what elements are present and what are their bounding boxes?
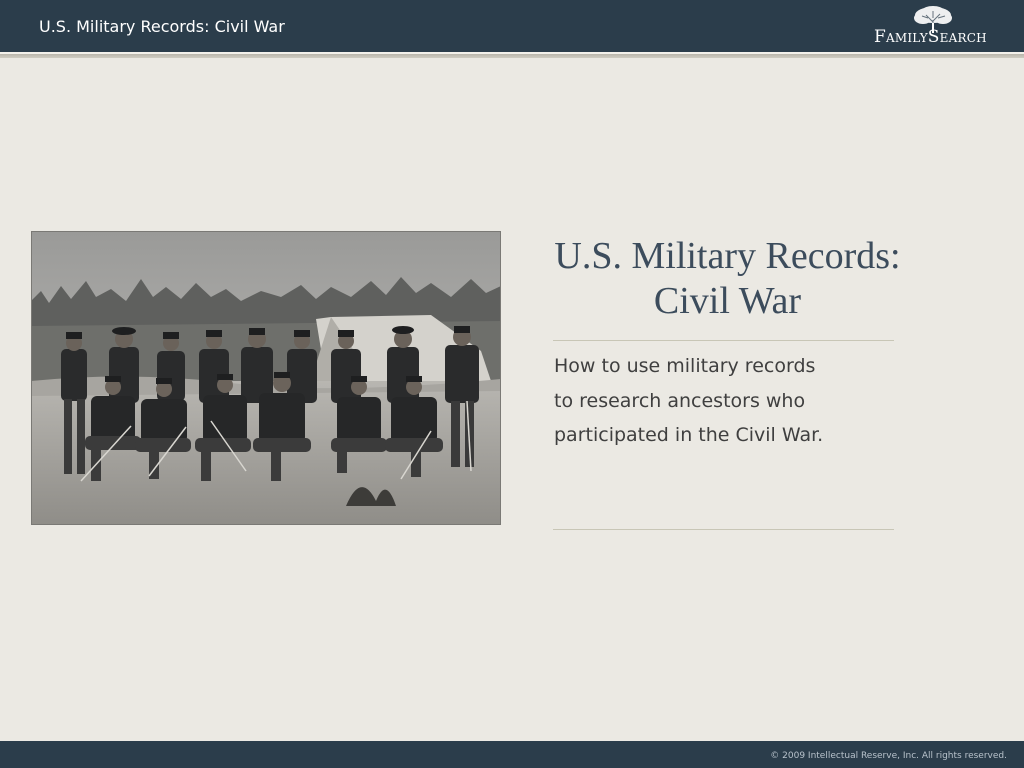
title-divider (553, 340, 894, 341)
header-bar: U.S. Military Records: Civil War FamilyS… (0, 0, 1024, 52)
slide-title: U.S. Military Records: Civil War (505, 234, 950, 324)
subtitle-line-1: How to use military records (554, 355, 816, 377)
logo-text: FamilySearch (874, 27, 987, 47)
header-title: U.S. Military Records: Civil War (39, 17, 285, 36)
header-divider (0, 52, 1024, 58)
slide-subtitle: How to use military records to research … (554, 349, 894, 453)
subtitle-line-2: to research ancestors who (554, 389, 806, 412)
familysearch-logo: FamilySearch (874, 6, 1008, 48)
subtitle-line-3: participated in the Civil War. (554, 424, 824, 446)
slide-title-line-2: Civil War (653, 280, 802, 322)
footer-bar: © 2009 Intellectual Reserve, Inc. All ri… (0, 741, 1024, 768)
civil-war-soldiers-photo (31, 231, 501, 525)
slide-title-line-1: U.S. Military Records: (554, 235, 901, 277)
copyright-notice: © 2009 Intellectual Reserve, Inc. All ri… (770, 751, 1007, 761)
bottom-divider (553, 529, 894, 530)
